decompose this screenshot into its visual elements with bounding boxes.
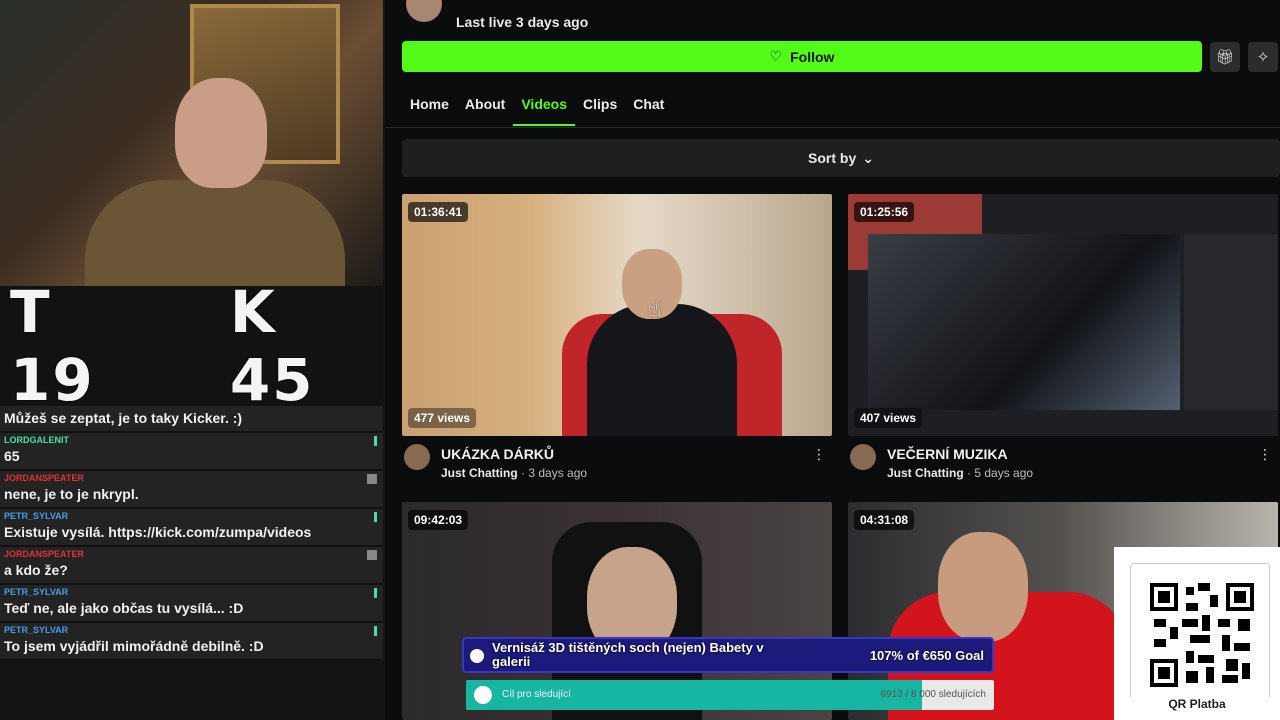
badge-icon: [367, 550, 377, 560]
video-title[interactable]: VEČERNÍ MUZIKA: [887, 446, 1008, 462]
webcam-feed: [0, 0, 383, 290]
chat-message: JORDANSPEATER a kdo že?: [0, 547, 383, 585]
video-duration: 04:31:08: [854, 510, 915, 530]
chat-text: Můžeš se zeptat, je to taky Kicker. :): [4, 410, 243, 426]
chat-message: JORDANSPEATER nene, je to je nkrypl.: [0, 471, 383, 509]
counter-right: K 45: [229, 278, 315, 414]
badge-icon: [374, 588, 377, 598]
channel-avatar[interactable]: [406, 0, 442, 22]
follower-goal-count: 6913 / 8 000 sledujících: [880, 689, 986, 700]
video-views: 477 views: [408, 408, 477, 428]
video-meta: UKÁZKA DÁRKŮ Just Chatting · 3 days ago …: [402, 436, 832, 486]
video-subtitle: Just Chatting · 5 days ago: [887, 466, 1033, 480]
video-player-frame: [868, 234, 1180, 410]
chat-message: PETR_SYLVAR Existuje vysílá. https://kic…: [0, 509, 383, 547]
goal-title: Vernisáž 3D tištěných soch (nejen) Babet…: [492, 640, 764, 669]
follower-goal-label: Cíl pro sledující: [502, 689, 571, 700]
streamer-body: [85, 180, 345, 290]
chat-text: 65: [4, 448, 20, 464]
chat-username: PETR_SYLVAR: [4, 587, 69, 597]
more-options-icon[interactable]: ⋮: [1258, 446, 1272, 463]
hand-cursor-icon: ☝: [648, 296, 662, 321]
qr-code-icon: [1150, 583, 1254, 687]
tab-clips[interactable]: Clips: [575, 88, 625, 126]
video-duration: 09:42:03: [408, 510, 469, 530]
video-card[interactable]: 01:36:41 477 views UKÁZKA DÁRKŮ Just Cha…: [402, 194, 832, 486]
follower-goal-bar: Cíl pro sledující 6913 / 8 000 sledující…: [466, 680, 994, 710]
score-counter: T 19 K 45: [0, 278, 383, 414]
tab-home[interactable]: Home: [402, 88, 457, 126]
video-age: · 3 days ago: [521, 466, 588, 480]
more-options-icon[interactable]: ⋮: [812, 446, 826, 463]
chevron-down-icon: ⌄: [862, 149, 874, 166]
chat-message: Můžeš se zeptat, je to taky Kicker. :): [0, 406, 383, 433]
video-duration: 01:36:41: [408, 202, 469, 222]
chat-text: Existuje vysílá. https://kick.com/zumpa/…: [4, 524, 312, 540]
follow-button[interactable]: ♡ Follow: [402, 41, 1202, 72]
tab-about[interactable]: About: [457, 88, 513, 126]
chat-username: PETR_SYLVAR: [4, 625, 69, 635]
chat-username: JORDANSPEATER: [4, 549, 84, 559]
video-age: · 5 days ago: [967, 466, 1034, 480]
gift-button[interactable]: 🎁︎: [1210, 42, 1240, 72]
follow-label: Follow: [790, 48, 835, 65]
chat-username: LORDGALENIT: [4, 435, 69, 445]
video-subtitle: Just Chatting · 3 days ago: [441, 466, 587, 480]
chat-username: PETR_SYLVAR: [4, 511, 69, 521]
video-thumbnail[interactable]: 01:25:56 407 views: [848, 194, 1278, 436]
badge-icon: [374, 512, 377, 522]
chat-message: PETR_SYLVAR To jsem vyjádřil mimořádně d…: [0, 623, 383, 661]
goal-progress: 107% of €650 Goal: [869, 647, 984, 663]
video-category[interactable]: Just Chatting: [441, 466, 518, 480]
chat-overlay: Můžeš se zeptat, je to taky Kicker. :) L…: [0, 406, 383, 661]
sparkle-icon: ✧: [1256, 49, 1270, 66]
stream-overlay-panel: T 19 K 45 Můžeš se zeptat, je to taky Ki…: [0, 0, 385, 720]
chat-username: JORDANSPEATER: [4, 473, 84, 483]
video-meta: VEČERNÍ MUZIKA Just Chatting · 5 days ag…: [848, 436, 1278, 486]
heart-icon: ♡: [769, 48, 783, 64]
counter-left: T 19: [10, 278, 95, 414]
badge-icon: [374, 436, 377, 446]
qr-payment-overlay: QR Platba: [1114, 547, 1280, 720]
last-live-text: Last live 3 days ago: [456, 14, 589, 30]
chat-text: To jsem vyjádřil mimořádně debilně. :D: [4, 638, 264, 654]
chat-text: Teď ne, ale jako občas tu vysílá... :D: [4, 600, 244, 616]
chat-text: nene, je to je nkrypl.: [4, 486, 139, 502]
sort-label: Sort by: [808, 150, 857, 166]
person-body: [587, 304, 737, 436]
chat-message: PETR_SYLVAR Teď ne, ale jako občas tu vy…: [0, 585, 383, 623]
sparkle-button[interactable]: ✧: [1248, 42, 1278, 72]
badge-icon: [367, 474, 377, 484]
donation-goal-bar: Vernisáž 3D tištěných soch (nejen) Babet…: [462, 637, 994, 673]
video-thumbnail[interactable]: 01:36:41 477 views: [402, 194, 832, 436]
video-category[interactable]: Just Chatting: [887, 466, 964, 480]
tab-chat[interactable]: Chat: [625, 88, 672, 126]
channel-avatar[interactable]: [850, 444, 876, 470]
video-duration: 01:25:56: [854, 202, 915, 222]
hands-icon: [474, 686, 492, 704]
qr-label: QR Platba: [1114, 697, 1280, 711]
channel-avatar[interactable]: [404, 444, 430, 470]
sort-dropdown[interactable]: Sort by ⌄: [402, 139, 1280, 177]
channel-tabs: Home About Videos Clips Chat: [402, 88, 672, 128]
video-views: 407 views: [854, 408, 923, 428]
chat-text: a kdo že?: [4, 562, 68, 578]
heart-icon: [470, 649, 484, 663]
tabs-divider: [386, 127, 1280, 128]
video-card[interactable]: 01:25:56 407 views VEČERNÍ MUZIKA Just C…: [848, 194, 1278, 486]
streamer-head: [175, 78, 267, 188]
badge-icon: [374, 626, 377, 636]
tab-videos[interactable]: Videos: [513, 88, 575, 126]
chat-message: LORDGALENIT 65: [0, 433, 383, 471]
video-title[interactable]: UKÁZKA DÁRKŮ: [441, 446, 554, 462]
person-head: [938, 532, 1028, 642]
gift-icon: 🎁︎: [1215, 49, 1235, 66]
sidebar-list: [1184, 234, 1278, 410]
